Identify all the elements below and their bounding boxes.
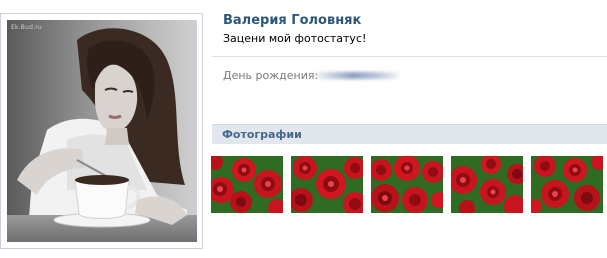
birthday-value-blurred xyxy=(314,72,400,79)
photo-thumbnail[interactable] xyxy=(531,156,603,213)
divider xyxy=(212,56,607,57)
photos-header-title[interactable]: Фотографии xyxy=(222,128,302,142)
photos-section-header[interactable]: Фотографии xyxy=(212,124,607,144)
birthday-label: День рождения: xyxy=(223,69,319,82)
status-text[interactable]: Зацени мой фотостатус! xyxy=(223,32,366,46)
roses-photo xyxy=(531,156,603,213)
profile-name[interactable]: Валерия Головняк xyxy=(223,13,361,29)
avatar-photo xyxy=(7,20,197,242)
roses-photo xyxy=(371,156,443,213)
photo-thumbnail[interactable] xyxy=(211,156,283,213)
avatar-watermark: Ek.Bud.ru xyxy=(11,24,42,31)
roses-photo xyxy=(451,156,523,213)
photo-thumbnail[interactable] xyxy=(291,156,363,213)
photo-thumbnail[interactable] xyxy=(451,156,523,213)
photo-thumbnail[interactable] xyxy=(371,156,443,213)
profile-avatar[interactable]: Ek.Bud.ru xyxy=(0,13,203,249)
roses-photo xyxy=(211,156,283,213)
roses-photo xyxy=(291,156,363,213)
